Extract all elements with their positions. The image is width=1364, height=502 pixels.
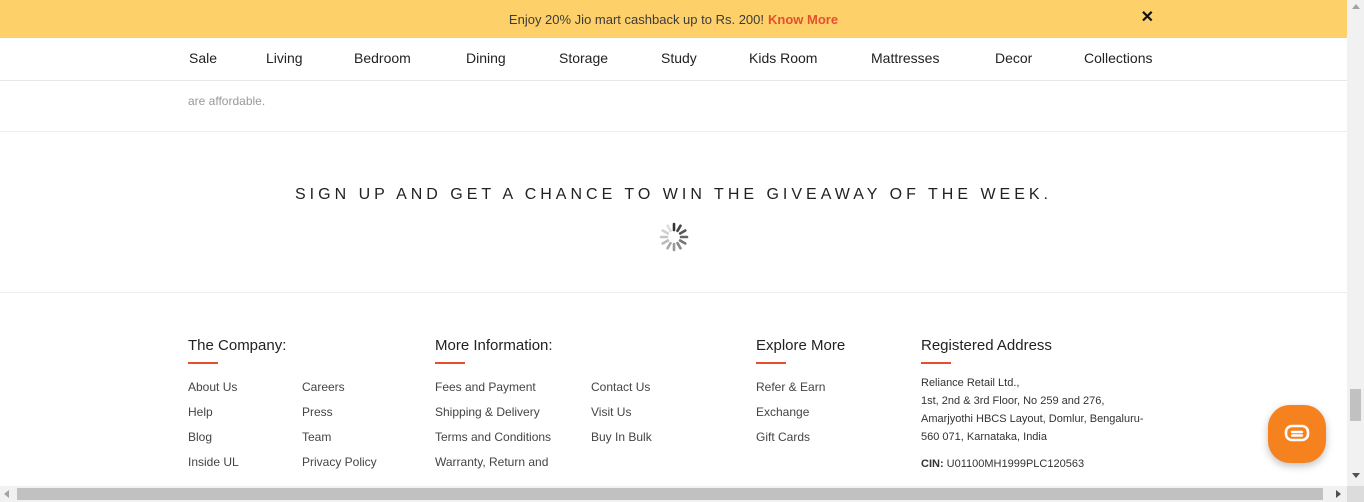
footer-more-info-links-1: Fees and Payment Shipping & Delivery Ter…: [435, 375, 551, 475]
nav-item-collections[interactable]: Collections: [1084, 50, 1152, 66]
scroll-right-icon[interactable]: [1336, 490, 1341, 498]
promo-know-more-link[interactable]: Know More: [768, 12, 838, 27]
partial-description-text: are affordable.: [188, 94, 266, 108]
nav-item-study[interactable]: Study: [661, 50, 697, 66]
footer-address-heading: Registered Address: [921, 337, 1052, 354]
address-line: 1st, 2nd & 3rd Floor, No 259 and 276,: [921, 395, 1105, 407]
footer-link-shipping-delivery[interactable]: Shipping & Delivery: [435, 400, 551, 425]
footer-link-buy-in-bulk[interactable]: Buy In Bulk: [591, 425, 652, 450]
footer-link-about-us[interactable]: About Us: [188, 375, 239, 400]
footer-more-info-heading: More Information:: [435, 337, 553, 354]
address-line: Reliance Retail Ltd.,: [921, 377, 1020, 389]
footer-explore-heading: Explore More: [756, 337, 846, 354]
chat-button[interactable]: [1268, 405, 1326, 463]
footer-link-team[interactable]: Team: [302, 425, 377, 450]
section-divider: [0, 131, 1347, 132]
footer-company-links-2: Careers Press Team Privacy Policy: [302, 375, 377, 475]
main-nav: Sale Living Bedroom Dining Storage Study…: [0, 38, 1347, 81]
footer-link-privacy-policy[interactable]: Privacy Policy: [302, 450, 377, 475]
page: Enjoy 20% Jio mart cashback up to Rs. 20…: [0, 0, 1364, 502]
horizontal-scrollbar[interactable]: [0, 486, 1347, 502]
vertical-scrollbar[interactable]: [1347, 0, 1364, 486]
footer-link-warranty-return[interactable]: Warranty, Return and: [435, 450, 551, 475]
chat-icon: [1284, 424, 1310, 442]
signup-heading: SIGN UP AND GET A CHANCE TO WIN THE GIVE…: [295, 186, 1052, 203]
close-icon[interactable]: ✕: [1141, 9, 1154, 27]
footer-company-section: The Company:: [188, 337, 286, 364]
nav-item-storage[interactable]: Storage: [559, 50, 608, 66]
heading-underline: [188, 362, 218, 364]
footer-link-exchange[interactable]: Exchange: [756, 400, 825, 425]
footer-more-info-links-2: Contact Us Visit Us Buy In Bulk: [591, 375, 652, 450]
heading-underline: [921, 362, 951, 364]
vertical-scroll-thumb[interactable]: [1350, 389, 1361, 421]
horizontal-scroll-thumb[interactable]: [17, 488, 1323, 500]
footer-explore-links: Refer & Earn Exchange Gift Cards: [756, 375, 825, 450]
cin-value: U01100MH1999PLC120563: [946, 458, 1085, 470]
footer-link-gift-cards[interactable]: Gift Cards: [756, 425, 825, 450]
nav-item-kids-room[interactable]: Kids Room: [749, 50, 817, 66]
footer-link-refer-earn[interactable]: Refer & Earn: [756, 375, 825, 400]
nav-item-mattresses[interactable]: Mattresses: [871, 50, 939, 66]
loading-spinner-icon: [659, 222, 689, 252]
cin-number: CIN: U01100MH1999PLC120563: [921, 455, 1171, 473]
footer-address-section: Registered Address: [921, 337, 1052, 364]
heading-underline: [435, 362, 465, 364]
footer-link-visit-us[interactable]: Visit Us: [591, 400, 652, 425]
address-line: Amarjyothi HBCS Layout, Domlur, Bengalur…: [921, 413, 1144, 425]
footer-link-press[interactable]: Press: [302, 400, 377, 425]
section-divider: [0, 292, 1347, 293]
footer-link-inside-ul[interactable]: Inside UL: [188, 450, 239, 475]
scroll-down-icon[interactable]: [1352, 473, 1360, 478]
nav-item-bedroom[interactable]: Bedroom: [354, 50, 411, 66]
promo-text: Enjoy 20% Jio mart cashback up to Rs. 20…: [508, 11, 764, 27]
nav-item-living[interactable]: Living: [266, 50, 303, 66]
heading-underline: [756, 362, 786, 364]
footer-more-info-section: More Information:: [435, 337, 553, 364]
scrollbar-corner: [1347, 486, 1364, 502]
cin-label: CIN:: [921, 458, 944, 470]
footer-company-links-1: About Us Help Blog Inside UL: [188, 375, 239, 475]
footer-link-contact-us[interactable]: Contact Us: [591, 375, 652, 400]
footer-explore-section: Explore More: [756, 337, 845, 364]
scroll-up-icon[interactable]: [1352, 4, 1360, 9]
footer-link-blog[interactable]: Blog: [188, 425, 239, 450]
registered-address: Reliance Retail Ltd., 1st, 2nd & 3rd Flo…: [921, 374, 1171, 473]
scroll-left-icon[interactable]: [4, 490, 9, 498]
footer-link-careers[interactable]: Careers: [302, 375, 377, 400]
address-line: 560 071, Karnataka, India: [921, 431, 1047, 443]
nav-item-dining[interactable]: Dining: [466, 50, 506, 66]
footer-link-help[interactable]: Help: [188, 400, 239, 425]
nav-item-sale[interactable]: Sale: [189, 50, 217, 66]
promo-banner: Enjoy 20% Jio mart cashback up to Rs. 20…: [0, 0, 1347, 38]
nav-item-decor[interactable]: Decor: [995, 50, 1032, 66]
footer-link-fees-and-payment[interactable]: Fees and Payment: [435, 375, 551, 400]
footer-company-heading: The Company:: [188, 337, 287, 354]
footer-link-terms-conditions[interactable]: Terms and Conditions: [435, 425, 551, 450]
